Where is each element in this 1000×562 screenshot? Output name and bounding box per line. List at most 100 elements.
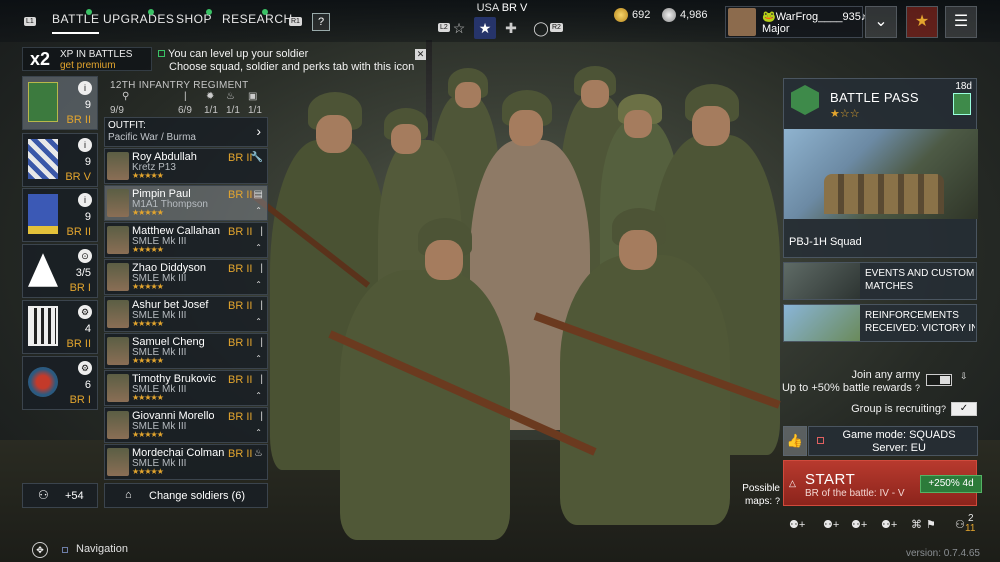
close-hint-icon[interactable]: ✕	[415, 49, 426, 60]
chat-icon[interactable]: ⌘	[911, 518, 922, 531]
info-icon[interactable]: i	[78, 81, 92, 95]
soldier-row[interactable]: Zhao Diddyson SMLE Mk III ★★★★★ BR II | …	[104, 259, 268, 295]
event-title: EVENTS AND CUSTOM MATCHES	[865, 267, 975, 293]
soldier-row[interactable]: Pimpin Paul M1A1 Thompson ★★★★★ BR II ▤ …	[104, 185, 268, 221]
radio-triangle-badge	[28, 253, 58, 287]
event-title-line: EVENTS AND CUSTOM	[865, 268, 975, 279]
menu-icon[interactable]: ☰	[945, 6, 977, 38]
soldier-face	[316, 115, 352, 153]
soldier-row[interactable]: Giovanni Morello SMLE Mk III ★★★★★ BR II…	[104, 407, 268, 443]
rifle-icon: |	[260, 374, 263, 385]
squad-card[interactable]: i 9 BR V	[22, 133, 98, 187]
soldier-row[interactable]: Samuel Cheng SMLE Mk III ★★★★★ BR II | ⌃	[104, 333, 268, 369]
join-any-army: Join any army Up to +50% battle rewards …	[780, 369, 920, 395]
soldier-stars: ★★★★★	[132, 356, 164, 365]
regiment-crest-badge	[28, 139, 58, 179]
squad-br: BR II	[66, 114, 91, 126]
thumbs-up-icon[interactable]: 👍	[783, 426, 807, 456]
tab-shop[interactable]: SHOP	[176, 12, 212, 34]
soldier-br: BR II	[228, 226, 253, 238]
question-icon[interactable]: ?	[775, 496, 780, 506]
reserve-count: +54	[65, 490, 84, 502]
regiment-header: 12TH INFANTRY REGIMENT ⚲ | ✹ ♨ ▣ 9/9 6/9…	[104, 78, 268, 116]
reinforcements-card[interactable]: REINFORCEMENTS RECEIVED: VICTORY IN	[783, 304, 977, 342]
vehicle-icon: ⚙	[78, 305, 92, 319]
add-player-icon[interactable]: ⚉+	[881, 518, 897, 531]
event-title-line: RECEIVED: VICTORY IN	[865, 323, 975, 334]
server-label: Server: EU	[872, 442, 926, 454]
group-recruiting-checkbox[interactable]: ✓	[951, 402, 977, 416]
military-rank-icon[interactable]: ★	[906, 6, 938, 38]
soldier-face	[391, 124, 421, 154]
possible-maps: Possible maps: ?	[728, 483, 780, 508]
question-icon[interactable]: ?	[941, 404, 946, 414]
get-premium-link[interactable]: get premium	[60, 60, 116, 71]
star-filled-icon[interactable]: ★	[474, 17, 496, 39]
nav-square-icon	[62, 547, 68, 553]
tab-research[interactable]: RESEARCH	[222, 12, 293, 34]
squad-card[interactable]: ⊙ 3/5 BR I	[22, 244, 98, 298]
help-button[interactable]: ?	[312, 13, 330, 31]
regiment-crest-badge	[28, 194, 58, 234]
party-icon[interactable]: ⚇	[955, 518, 965, 531]
tank-unit-badge	[28, 367, 58, 397]
star-outline-icon[interactable]: ☆	[448, 17, 470, 39]
soldier-stars: ★★★★★	[132, 208, 164, 217]
add-player-icon[interactable]: ⚉+	[789, 518, 805, 531]
tutorial-hint: You can level up your soldier Choose squ…	[158, 48, 414, 74]
squad-count: 9	[84, 99, 91, 111]
soldier-row[interactable]: Timothy Brukovic SMLE Mk III ★★★★★ BR II…	[104, 370, 268, 406]
soldier-stars: ★★★★★	[132, 393, 164, 402]
soldier-face	[692, 106, 730, 146]
add-player-icon[interactable]: ⚉+	[851, 518, 867, 531]
squad-card[interactable]: i 9 BR II	[22, 76, 98, 130]
events-card[interactable]: EVENTS AND CUSTOM MATCHES	[783, 262, 977, 300]
soldier-portrait	[107, 152, 129, 180]
chevron-right-icon: ›	[256, 123, 261, 139]
soldier-row[interactable]: Mordechai Colman SMLE Mk III ★★★★★ BR II…	[104, 444, 268, 480]
circle-icon[interactable]: ◯	[530, 17, 552, 39]
squad-count: 6	[84, 379, 91, 391]
info-icon[interactable]: i	[78, 138, 92, 152]
regiment-stat: 6/9	[178, 105, 192, 116]
regiment-stat: 1/1	[204, 105, 218, 116]
soldier-row[interactable]: Roy Abdullah Kretz P13 ★★★★★ BR II 🔧	[104, 148, 268, 184]
soldier-row[interactable]: Matthew Callahan SMLE Mk III ★★★★★ BR II…	[104, 222, 268, 258]
join-any-army-toggle[interactable]	[926, 374, 952, 386]
change-soldiers-button[interactable]: ⌂ Change soldiers (6)	[104, 483, 268, 508]
battle-pass-stars: ★☆☆	[830, 107, 860, 120]
star-outline-icon: ☆☆	[839, 108, 860, 120]
question-icon[interactable]: ?	[915, 383, 920, 393]
soldier-row[interactable]: Ashur bet Josef SMLE Mk III ★★★★★ BR II …	[104, 296, 268, 332]
profile-card[interactable]: 🐸WarFrog____935♪ Major	[725, 6, 866, 38]
squad-card[interactable]: ⚙ 4 BR II	[22, 300, 98, 354]
soldiers-icon: ⚲	[122, 91, 130, 102]
l1-key-hint: L1	[24, 17, 36, 26]
soldier-portrait	[107, 300, 129, 328]
army-mode-switch: L2 ☆ ★ ✚ ◯ R2	[438, 17, 564, 39]
gold-amount: 692	[632, 8, 651, 21]
squad-card[interactable]: i 9 BR II	[22, 188, 98, 242]
battle-pass-card[interactable]: BATTLE PASS ★☆☆ 18d PBJ-1H Squad	[783, 78, 978, 258]
squad-card[interactable]: ⚙ 6 BR I	[22, 356, 98, 410]
soldier-br: BR II	[228, 448, 253, 460]
add-player-icon[interactable]: ⚉+	[823, 518, 839, 531]
xp-boost-badge[interactable]: +250% 4d	[920, 475, 982, 493]
possible-maps-line: Possible	[742, 483, 780, 494]
reserve-soldiers-button[interactable]: ⚇ +54	[22, 483, 98, 508]
nation-selector[interactable]: USA BR V	[460, 2, 544, 14]
game-mode-text: Game mode: SQUADS Server: EU	[829, 429, 969, 455]
hint-line-2: Choose squad, soldier and perks tab with…	[169, 61, 415, 73]
outfit-selector[interactable]: OUTFIT: Pacific War / Burma ›	[104, 117, 268, 147]
silver-coin-icon	[662, 8, 676, 22]
premium-xp-banner[interactable]: x2 XP IN BATTLES get premium	[22, 47, 152, 71]
info-icon[interactable]: i	[78, 193, 92, 207]
tab-battle[interactable]: BATTLE	[52, 12, 100, 34]
cross-icon[interactable]: ✚	[500, 17, 522, 39]
flag-icon[interactable]: ⚑	[926, 518, 936, 531]
tab-upgrades[interactable]: UPGRADES	[103, 12, 174, 34]
squad-br: BR V	[65, 171, 91, 183]
event-thumbnail	[784, 263, 860, 299]
game-mode-selector[interactable]: Game mode: SQUADS Server: EU	[808, 426, 978, 456]
rank-chevron-icon[interactable]: ⌄	[865, 6, 897, 38]
